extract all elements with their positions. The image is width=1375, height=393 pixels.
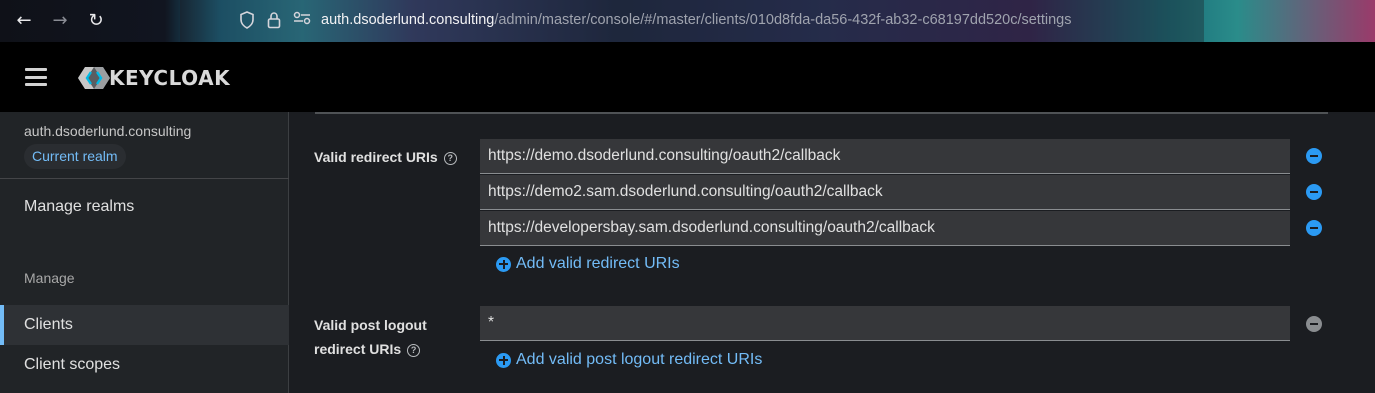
app-header: KEYCLOAK [0, 42, 1375, 112]
sidebar: auth.dsoderlund.consulting Current realm… [0, 112, 289, 393]
realm-name[interactable]: auth.dsoderlund.consulting [24, 123, 191, 139]
remove-post-logout-uri-button[interactable] [1306, 316, 1322, 332]
add-post-logout-uri-label: Add valid post logout redirect URIs [516, 351, 763, 368]
url-path: /admin/master/console/#/master/clients/0… [494, 12, 1072, 28]
plus-circle-icon [496, 352, 511, 368]
sidebar-item-clients[interactable]: Clients [24, 316, 73, 334]
section-divider [315, 112, 1328, 114]
current-realm-badge: Current realm [24, 144, 126, 169]
help-icon[interactable]: ? [443, 151, 457, 165]
forward-icon[interactable]: → [48, 9, 72, 33]
sidebar-divider [0, 178, 289, 179]
reload-icon[interactable]: ↻ [84, 9, 108, 33]
redirect-uris-label: Valid redirect URIs? [314, 145, 457, 169]
remove-redirect-uri-button[interactable] [1306, 220, 1322, 236]
hamburger-menu-icon[interactable] [25, 68, 47, 86]
add-redirect-uri-button[interactable]: Add valid redirect URIs [496, 255, 680, 273]
redirect-uris-label-text: Valid redirect URIs [314, 149, 438, 165]
url-domain: auth.dsoderlund.consulting [321, 12, 495, 28]
help-icon[interactable]: ? [407, 343, 421, 357]
main-content: Valid redirect URIs? https://demo.dsoder… [290, 112, 1375, 393]
back-icon[interactable]: ← [12, 9, 36, 33]
post-logout-label-line1: Valid post logout [314, 317, 427, 333]
keycloak-logo[interactable]: KEYCLOAK [77, 65, 230, 91]
keycloak-logo-mark-icon [78, 67, 110, 89]
redirect-uri-input[interactable]: https://demo.dsoderlund.consulting/oauth… [480, 139, 1290, 174]
post-logout-uris-label: Valid post logout redirect URIs? [314, 313, 427, 361]
post-logout-label-line2: redirect URIs [314, 341, 402, 357]
redirect-uri-input[interactable]: https://demo2.sam.dsoderlund.consulting/… [480, 175, 1290, 210]
sidebar-item-client-scopes[interactable]: Client scopes [24, 356, 120, 374]
browser-toolbar: ← → ↻ auth.dsoderlund.consulting/admin/m… [0, 0, 1375, 42]
redirect-uri-input[interactable]: https://developersbay.sam.dsoderlund.con… [480, 211, 1290, 246]
sidebar-section-manage: Manage [24, 270, 75, 286]
permissions-icon[interactable] [292, 11, 312, 31]
remove-redirect-uri-button[interactable] [1306, 148, 1322, 164]
shield-icon[interactable] [237, 11, 257, 31]
lock-icon[interactable] [264, 11, 284, 31]
sidebar-item-manage-realms[interactable]: Manage realms [24, 198, 134, 216]
sidebar-active-indicator [0, 305, 4, 345]
plus-circle-icon [496, 256, 511, 272]
url-text[interactable]: auth.dsoderlund.consulting/admin/master/… [321, 12, 1071, 28]
add-redirect-uri-label: Add valid redirect URIs [516, 255, 680, 272]
add-post-logout-uri-button[interactable]: Add valid post logout redirect URIs [496, 351, 762, 369]
logo-text: KEYCLOAK [109, 66, 231, 90]
post-logout-uri-input[interactable]: * [480, 306, 1290, 341]
remove-redirect-uri-button[interactable] [1306, 184, 1322, 200]
